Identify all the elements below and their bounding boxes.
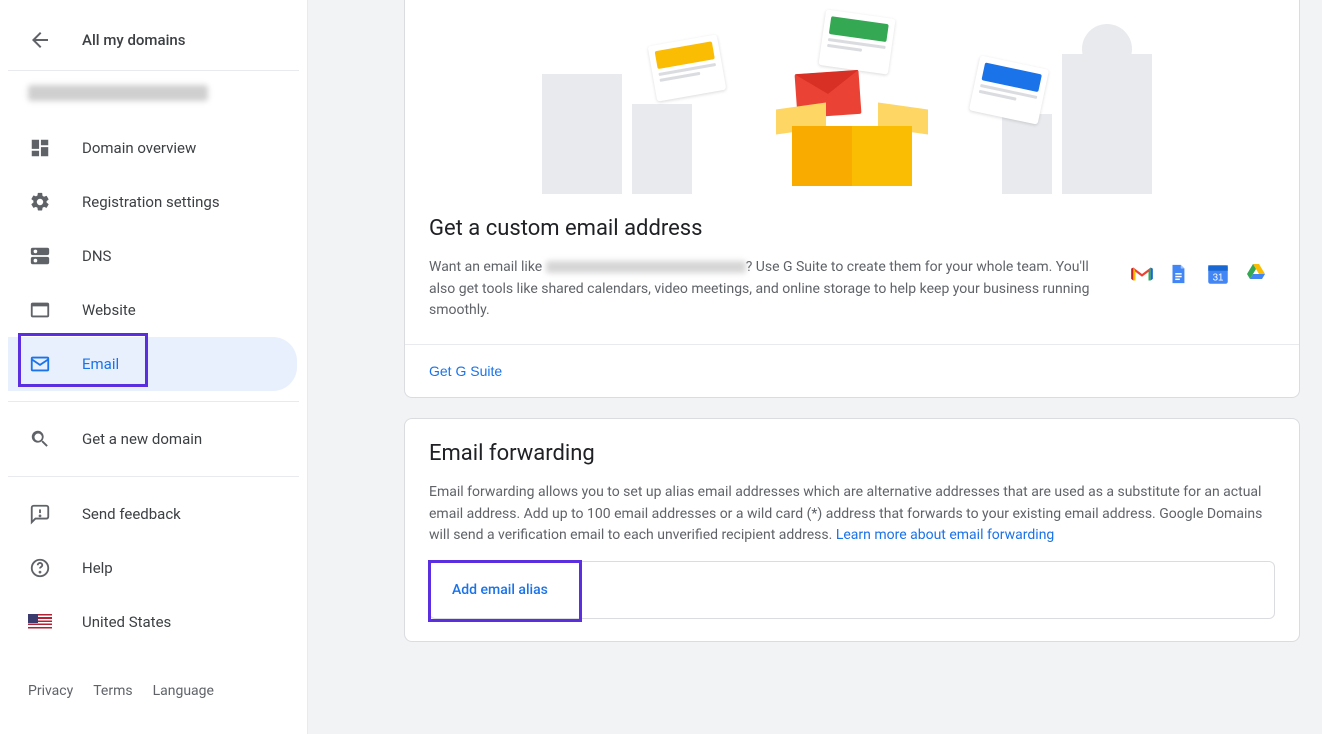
nav-label: Send feedback (82, 505, 181, 523)
card-email-forwarding: Email forwarding Email forwarding allows… (404, 418, 1300, 642)
drive-icon (1243, 261, 1269, 287)
divider (8, 401, 299, 402)
forwarding-title: Email forwarding (429, 441, 1275, 466)
arrow-back-icon (28, 28, 52, 52)
alias-row: Add email alias (429, 561, 1275, 619)
sidebar-item-website[interactable]: Website (8, 283, 297, 337)
search-icon (28, 427, 52, 451)
nav-label: DNS (82, 247, 111, 265)
nav-label: Website (82, 301, 136, 319)
add-email-alias-button[interactable]: Add email alias (430, 562, 570, 618)
nav-label: Email (82, 355, 119, 373)
help-icon (28, 556, 52, 580)
dns-server-icon (28, 244, 52, 268)
domain-name-redacted (28, 85, 208, 101)
back-to-domains[interactable]: All my domains (8, 18, 307, 70)
nav-label: United States (82, 613, 171, 631)
gsuite-description: Want an email like ? Use G Suite to crea… (429, 257, 1099, 322)
email-icon (28, 352, 52, 376)
footer-privacy-link[interactable]: Privacy (28, 683, 73, 699)
sidebar-item-overview[interactable]: Domain overview (8, 121, 297, 175)
sidebar-item-email[interactable]: Email (8, 337, 297, 391)
nav-label: Help (82, 559, 113, 577)
sidebar-item-new-domain[interactable]: Get a new domain (8, 412, 297, 466)
svg-text:31: 31 (1213, 273, 1224, 284)
forwarding-description: Email forwarding allows you to set up al… (429, 482, 1275, 547)
learn-more-link[interactable]: Learn more about email forwarding (836, 527, 1054, 543)
gsuite-app-icons: 31 (1129, 257, 1275, 287)
sidebar: All my domains Domain overview Registrat… (0, 0, 308, 734)
sidebar-item-locale[interactable]: United States (8, 595, 297, 649)
docs-icon (1167, 261, 1193, 287)
gear-icon (28, 190, 52, 214)
illustration-inbox (405, 0, 1299, 194)
flag-us-icon (28, 610, 52, 634)
back-label: All my domains (82, 31, 185, 49)
dashboard-icon (28, 136, 52, 160)
gsuite-title: Get a custom email address (429, 216, 1275, 241)
sidebar-item-feedback[interactable]: Send feedback (8, 487, 297, 541)
footer-language-link[interactable]: Language (153, 683, 214, 699)
card-gsuite: Get a custom email address Want an email… (404, 0, 1300, 398)
sidebar-item-dns[interactable]: DNS (8, 229, 297, 283)
divider (8, 70, 299, 71)
footer-links: Privacy Terms Language (8, 649, 307, 699)
footer-terms-link[interactable]: Terms (93, 683, 132, 699)
web-browser-icon (28, 298, 52, 322)
feedback-icon (28, 502, 52, 526)
divider (8, 476, 299, 477)
calendar-icon: 31 (1205, 261, 1231, 287)
main-content: Get a custom email address Want an email… (308, 0, 1322, 734)
nav-label: Registration settings (82, 193, 220, 211)
gmail-icon (1129, 261, 1155, 287)
sidebar-item-registration[interactable]: Registration settings (8, 175, 297, 229)
primary-nav: Domain overview Registration settings DN… (8, 115, 307, 391)
redacted-email (546, 261, 746, 273)
get-gsuite-button[interactable]: Get G Suite (429, 359, 502, 383)
nav-label: Domain overview (82, 139, 196, 157)
nav-label: Get a new domain (82, 430, 202, 448)
sidebar-item-help[interactable]: Help (8, 541, 297, 595)
